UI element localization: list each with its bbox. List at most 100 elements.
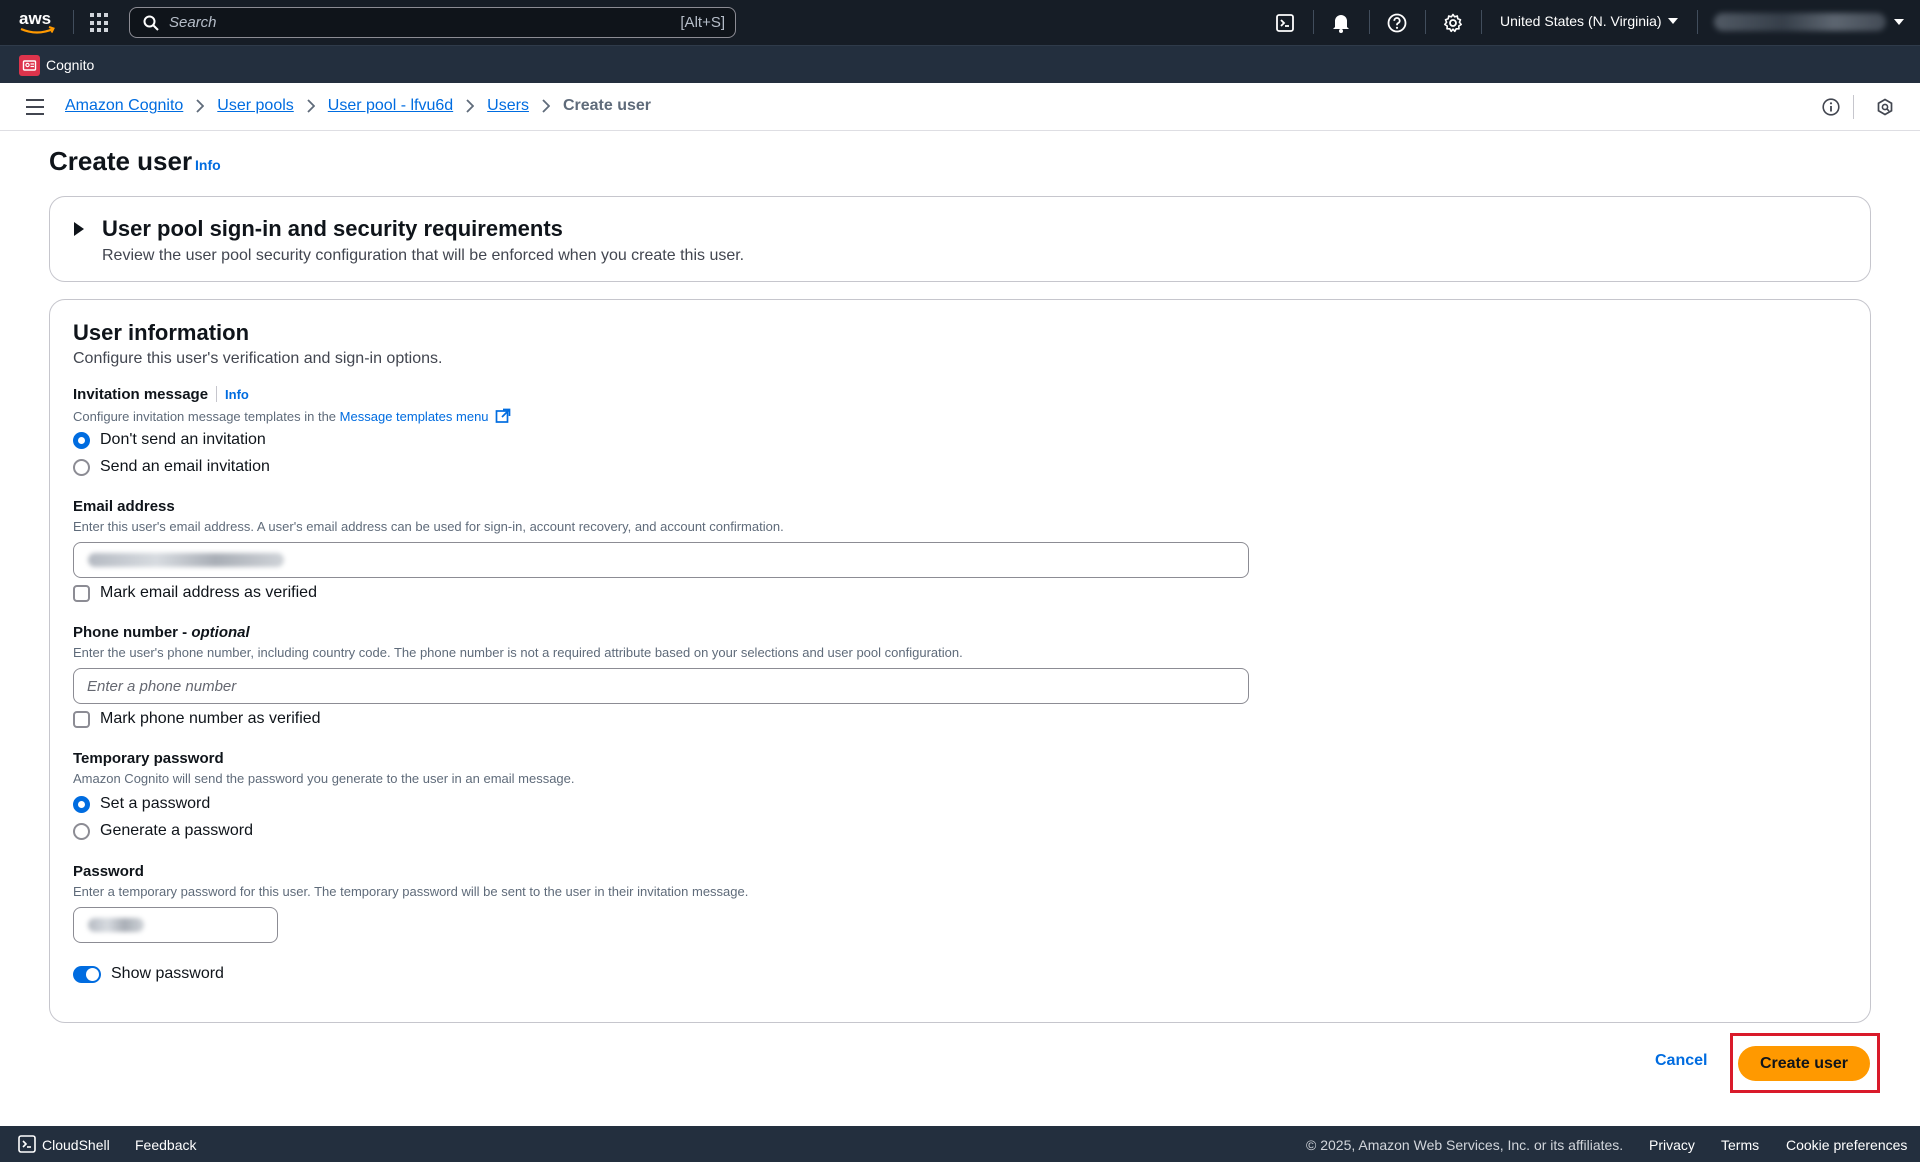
email-address-label: Email address: [73, 498, 175, 515]
password-description: Enter a temporary password for this user…: [73, 884, 749, 899]
invitation-message-label-text: Invitation message: [73, 386, 209, 403]
radio-send-email-invitation[interactable]: Send an email invitation: [73, 458, 270, 476]
breadcrumb-users[interactable]: Users: [487, 97, 529, 115]
email-address-description: Enter this user's email address. A user'…: [73, 519, 784, 534]
menu-icon[interactable]: [26, 99, 44, 115]
radio-button[interactable]: [73, 431, 90, 449]
chevron-right-icon: [196, 99, 205, 113]
password-value-redacted: [88, 918, 144, 932]
breadcrumb-bar: Amazon Cognito User pools User pool - lf…: [0, 83, 1920, 131]
invitation-message-label: Invitation message Info: [73, 386, 249, 403]
checkbox[interactable]: [73, 584, 90, 602]
phone-number-field[interactable]: [73, 668, 1249, 704]
radio-button[interactable]: [73, 822, 90, 840]
top-navigation: aws [Alt+S] United States (N. Virginia): [0, 0, 1920, 45]
temporary-password-description: Amazon Cognito will send the password yo…: [73, 771, 575, 786]
search-icon: [143, 15, 159, 31]
breadcrumb-divider: [1853, 95, 1854, 119]
radio-label: Don't send an invitation: [100, 431, 266, 448]
mark-phone-verified-checkbox[interactable]: Mark phone number as verified: [73, 710, 321, 728]
breadcrumb: Amazon Cognito User pools User pool - lf…: [65, 97, 651, 115]
bell-icon[interactable]: [1329, 11, 1353, 35]
footer-feedback-link[interactable]: Feedback: [135, 1137, 196, 1153]
service-bar: Cognito: [0, 45, 1920, 83]
nav-divider: [73, 10, 74, 34]
radio-label: Send an email invitation: [100, 458, 270, 475]
footer: CloudShell Feedback © 2025, Amazon Web S…: [0, 1126, 1920, 1162]
caret-down-icon: [1667, 18, 1678, 24]
breadcrumb-current: Create user: [562, 97, 651, 114]
global-search[interactable]: [Alt+S]: [129, 7, 736, 38]
show-password-toggle[interactable]: Show password: [73, 965, 224, 983]
chevron-right-icon: [307, 99, 315, 113]
page-title: Create user: [49, 146, 193, 176]
breadcrumb-user-pool[interactable]: User pool - lfvu6d: [328, 97, 453, 115]
checkbox[interactable]: [73, 710, 90, 728]
user-information-description: Configure this user's verification and s…: [73, 350, 443, 367]
services-grid-icon[interactable]: [90, 13, 110, 33]
nav-divider: [1313, 10, 1314, 34]
invitation-description-text: Configure invitation message templates i…: [73, 409, 337, 424]
service-name-link[interactable]: Cognito: [46, 57, 94, 73]
chevron-right-icon: [542, 99, 550, 113]
aws-logo[interactable]: aws: [18, 8, 56, 38]
user-information-panel: User information Configure this user's v…: [49, 299, 1871, 1023]
region-label: United States (N. Virginia): [1500, 13, 1662, 29]
cloudshell-icon[interactable]: [1273, 11, 1297, 35]
nav-divider: [1697, 10, 1698, 34]
region-selector[interactable]: United States (N. Virginia): [1500, 13, 1678, 29]
nav-divider: [1425, 10, 1426, 34]
invitation-message-description: Configure invitation message templates i…: [73, 408, 511, 424]
help-icon[interactable]: [1385, 11, 1409, 35]
search-shortcut-hint: [Alt+S]: [680, 14, 725, 31]
radio-dont-send-invitation[interactable]: Don't send an invitation: [73, 431, 266, 449]
email-value-redacted: [88, 553, 284, 567]
checkbox-label: Mark email address as verified: [100, 584, 317, 601]
radio-set-password[interactable]: Set a password: [73, 795, 210, 813]
caret-down-icon: [1894, 19, 1904, 25]
footer-copyright: © 2025, Amazon Web Services, Inc. or its…: [1306, 1137, 1624, 1153]
phone-number-label: Phone number - optional: [73, 624, 250, 641]
radio-button[interactable]: [73, 795, 90, 813]
footer-terms-link[interactable]: Terms: [1721, 1137, 1759, 1153]
search-input[interactable]: [169, 14, 649, 31]
password-field[interactable]: [73, 907, 278, 943]
amazon-q-icon[interactable]: [1874, 96, 1896, 118]
email-field[interactable]: [73, 542, 1249, 578]
security-requirements-description: Review the user pool security configurat…: [102, 247, 745, 264]
phone-label-text: Phone number -: [73, 624, 188, 641]
account-menu[interactable]: [1714, 13, 1904, 31]
cancel-button[interactable]: Cancel: [1655, 1052, 1707, 1070]
footer-cloudshell-link[interactable]: CloudShell: [42, 1137, 110, 1153]
breadcrumb-user-pools[interactable]: User pools: [217, 97, 293, 115]
footer-cookie-preferences-link[interactable]: Cookie preferences: [1786, 1137, 1907, 1153]
page-info-link[interactable]: Info: [195, 157, 221, 173]
toggle-label: Show password: [111, 965, 224, 982]
toggle-switch[interactable]: [73, 965, 101, 983]
footer-privacy-link[interactable]: Privacy: [1649, 1137, 1695, 1153]
caret-right-icon[interactable]: [74, 222, 84, 236]
password-label: Password: [73, 863, 144, 880]
invitation-info-link[interactable]: Info: [225, 387, 249, 402]
radio-button[interactable]: [73, 458, 90, 476]
message-templates-link[interactable]: Message templates menu: [340, 409, 489, 424]
info-panel-icon[interactable]: [1820, 96, 1842, 118]
optional-tag: optional: [191, 624, 250, 641]
chevron-right-icon: [466, 99, 475, 113]
temporary-password-label: Temporary password: [73, 750, 224, 767]
radio-label: Set a password: [100, 795, 211, 812]
account-name-redacted: [1714, 13, 1886, 31]
security-requirements-toggle[interactable]: User pool sign-in and security requireme…: [102, 216, 563, 242]
svg-text:aws: aws: [19, 9, 51, 28]
cognito-service-icon[interactable]: [19, 55, 40, 76]
external-link-icon[interactable]: [495, 408, 511, 424]
breadcrumb-amazon-cognito[interactable]: Amazon Cognito: [65, 97, 183, 115]
gear-icon[interactable]: [1441, 11, 1465, 35]
cloudshell-icon[interactable]: [18, 1135, 36, 1153]
security-requirements-panel: User pool sign-in and security requireme…: [49, 196, 1871, 282]
create-user-button[interactable]: Create user: [1738, 1046, 1870, 1081]
user-information-title: User information: [73, 320, 250, 345]
nav-divider: [1369, 10, 1370, 34]
radio-generate-password[interactable]: Generate a password: [73, 822, 253, 840]
mark-email-verified-checkbox[interactable]: Mark email address as verified: [73, 584, 317, 602]
